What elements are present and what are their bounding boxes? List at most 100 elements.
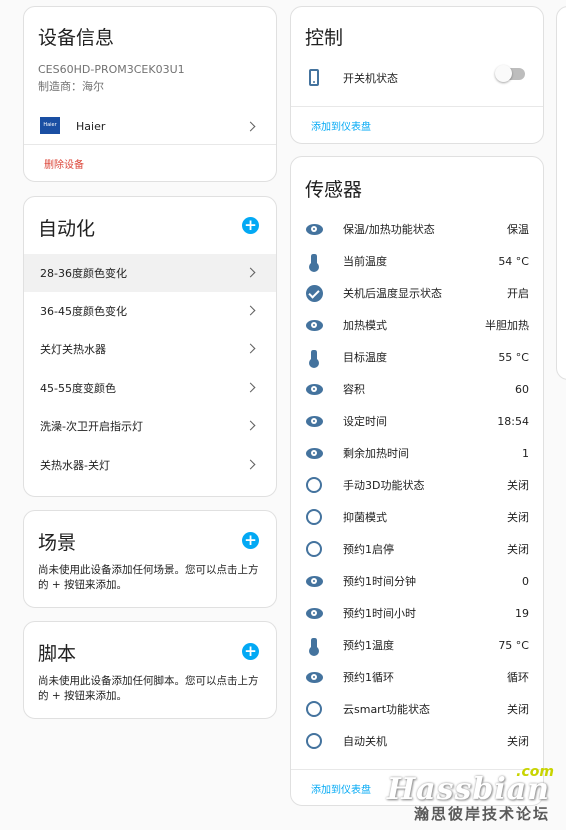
- chevron-right-icon: [245, 267, 256, 278]
- sensor-value: 关闭: [507, 511, 529, 524]
- sensor-label: 云smart功能状态: [343, 703, 431, 716]
- sensor-row[interactable]: 加热模式 半胆加热: [291, 309, 543, 341]
- divider: [291, 106, 543, 107]
- sensor-value: 75 °C: [498, 638, 529, 652]
- device-info-title: 设备信息: [38, 27, 115, 49]
- eye-icon: [305, 572, 323, 590]
- brand-link-label: Haier: [76, 119, 106, 133]
- sensor-label: 手动3D功能状态: [343, 479, 425, 492]
- add-script-button[interactable]: +: [242, 643, 259, 660]
- device-info-card: 设备信息 CES60HD-PROM3CEK03U1 制造商：海尔 Haier H…: [23, 6, 277, 182]
- thermometer-icon: [305, 252, 323, 272]
- delete-device-button[interactable]: 删除设备: [44, 156, 84, 171]
- sensor-value: 关闭: [507, 735, 529, 748]
- automation-item-label: 28-36度颜色变化: [40, 267, 127, 280]
- sensor-value: 54 °C: [498, 254, 529, 268]
- switch-label: 开关机状态: [343, 72, 398, 85]
- sensor-row[interactable]: 自动关机 关闭: [291, 725, 543, 757]
- eye-icon: [305, 668, 323, 686]
- sensor-label: 预约1启停: [343, 543, 394, 556]
- sensor-value: 1: [522, 446, 529, 460]
- watermark: Hassbian .com 瀚思彼岸技术论坛: [387, 764, 554, 824]
- sensor-row[interactable]: 容积 60: [291, 373, 543, 405]
- sensor-row[interactable]: 保温/加热功能状态 保温: [291, 213, 543, 245]
- chevron-right-icon: [245, 305, 256, 316]
- sensor-row[interactable]: 关机后温度显示状态 开启: [291, 277, 543, 309]
- sensor-label: 预约1温度: [343, 639, 394, 652]
- automation-item-label: 36-45度颜色变化: [40, 305, 127, 318]
- sensor-row[interactable]: 抑菌模式 关闭: [291, 501, 543, 533]
- circle-outline-icon: [305, 540, 323, 558]
- sensor-label: 关机后温度显示状态: [343, 287, 442, 300]
- sensor-row[interactable]: 目标温度 55 °C: [291, 341, 543, 373]
- automation-item[interactable]: 45-55度变颜色: [24, 369, 276, 407]
- watermark-domain: .com: [516, 764, 554, 780]
- sensor-label: 保温/加热功能状态: [343, 223, 435, 236]
- automation-item-label: 洗澡-次卫开启指示灯: [40, 420, 143, 433]
- eye-icon: [305, 316, 323, 334]
- add-automation-button[interactable]: +: [242, 217, 259, 234]
- haier-logo: Haier: [40, 117, 60, 134]
- scene-empty-description: 尚未使用此设备添加任何场景。您可以点击上方的 + 按钮来添加。: [38, 564, 259, 591]
- sensor-row[interactable]: 手动3D功能状态 关闭: [291, 469, 543, 501]
- automation-item-label: 45-55度变颜色: [40, 382, 116, 395]
- sensors-title: 传感器: [305, 179, 363, 201]
- sensor-label: 预约1循环: [343, 671, 394, 684]
- device-manufacturer: 制造商：海尔: [38, 80, 104, 93]
- sensor-row[interactable]: 预约1时间小时 19: [291, 597, 543, 629]
- sensor-value: 0: [522, 574, 529, 588]
- eye-icon: [305, 444, 323, 462]
- sensor-value: 关闭: [507, 703, 529, 716]
- sensor-label: 容积: [343, 383, 365, 396]
- divider: [24, 144, 276, 145]
- sensor-row[interactable]: 预约1时间分钟 0: [291, 565, 543, 597]
- automation-item[interactable]: 关灯关热水器: [24, 330, 276, 368]
- automation-item[interactable]: 36-45度颜色变化: [24, 292, 276, 330]
- sensor-row[interactable]: 剩余加热时间 1: [291, 437, 543, 469]
- chevron-right-icon: [245, 343, 256, 354]
- sensor-value: 19: [515, 606, 529, 620]
- add-scene-button[interactable]: +: [242, 532, 259, 549]
- sensor-value: 关闭: [507, 479, 529, 492]
- control-card: 控制 开关机状态 添加到仪表盘: [290, 6, 544, 144]
- automation-item[interactable]: 28-36度颜色变化: [24, 254, 276, 292]
- chevron-right-icon: [245, 382, 256, 393]
- circle-outline-icon: [305, 476, 323, 494]
- sensor-row[interactable]: 预约1循环 循环: [291, 661, 543, 693]
- sensor-value: 18:54: [497, 414, 529, 428]
- sensor-row[interactable]: 当前温度 54 °C: [291, 245, 543, 277]
- automation-item[interactable]: 关热水器-关灯: [24, 446, 276, 484]
- sensor-value: 55 °C: [498, 350, 529, 364]
- automation-item[interactable]: 洗澡-次卫开启指示灯: [24, 407, 276, 445]
- automation-item-label: 关热水器-关灯: [40, 459, 110, 472]
- control-title: 控制: [305, 27, 344, 49]
- sensor-label: 自动关机: [343, 735, 387, 748]
- eye-icon: [305, 604, 323, 622]
- sensor-value: 关闭: [507, 543, 529, 556]
- sensor-label: 预约1时间小时: [343, 607, 416, 620]
- sensor-row[interactable]: 设定时间 18:54: [291, 405, 543, 437]
- check-circle-icon: [305, 284, 323, 302]
- sensor-row[interactable]: 预约1启停 关闭: [291, 533, 543, 565]
- sensor-row[interactable]: 预约1温度 75 °C: [291, 629, 543, 661]
- divider: [291, 769, 543, 770]
- automation-title: 自动化: [38, 218, 96, 240]
- sensor-label: 预约1时间分钟: [343, 575, 416, 588]
- brand-row[interactable]: Haier Haier: [24, 111, 276, 141]
- eye-icon: [305, 380, 323, 398]
- sensor-label: 目标温度: [343, 351, 387, 364]
- automation-item-label: 关灯关热水器: [40, 343, 106, 356]
- add-to-dashboard-button[interactable]: 添加到仪表盘: [311, 781, 371, 796]
- sensors-card: 传感器 保温/加热功能状态 保温当前温度 54 °C 关机后温度显示状态 开启 加热模式 半…: [290, 156, 544, 806]
- automation-card: 自动化 + 28-36度颜色变化 36-45度颜色变化 关灯关热水器 45-55…: [23, 196, 277, 497]
- toggle-knob: [495, 65, 512, 82]
- power-toggle[interactable]: [495, 65, 525, 82]
- sensor-value: 保温: [507, 223, 529, 236]
- add-to-dashboard-button[interactable]: 添加到仪表盘: [311, 118, 371, 133]
- sensor-row[interactable]: 云smart功能状态 关闭: [291, 693, 543, 725]
- sensor-label: 抑菌模式: [343, 511, 387, 524]
- eye-icon: [305, 220, 323, 238]
- script-title: 脚本: [38, 643, 77, 665]
- third-column-card: [556, 6, 566, 380]
- scene-card: 场景 + 尚未使用此设备添加任何场景。您可以点击上方的 + 按钮来添加。: [23, 510, 277, 608]
